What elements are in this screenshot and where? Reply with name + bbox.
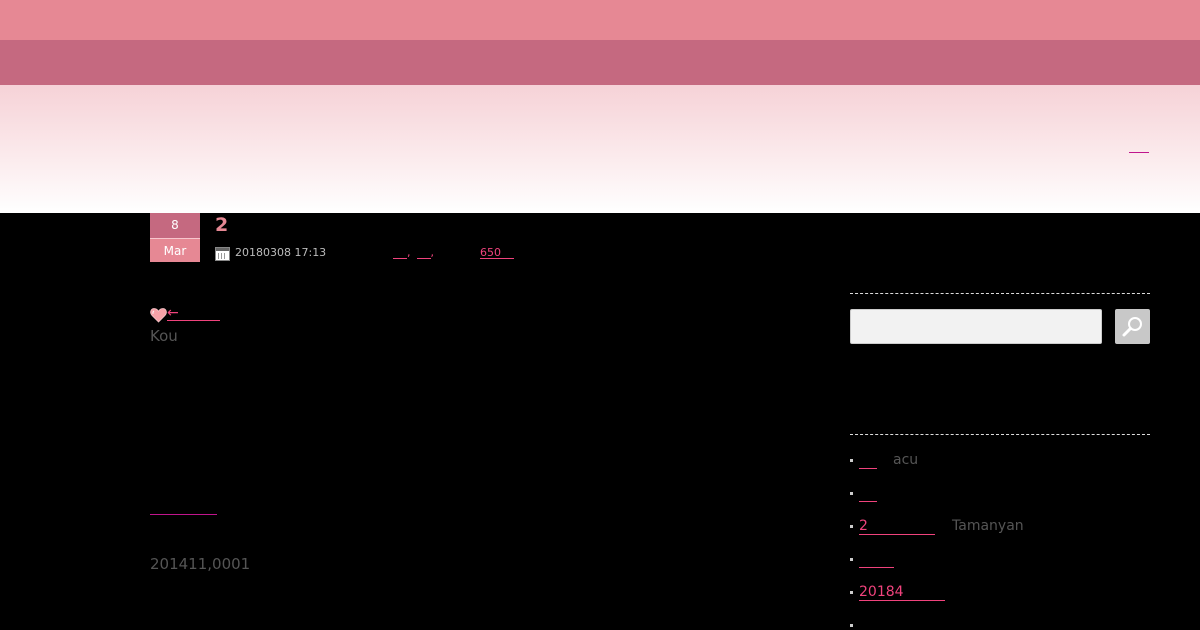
- view-count-link[interactable]: 650: [480, 246, 514, 259]
- sidebar-divider: [850, 293, 1150, 294]
- top-bar: [0, 0, 1200, 40]
- search-icon: [1122, 317, 1142, 337]
- comment-post-link[interactable]: [859, 485, 877, 502]
- meta-separator: ,: [407, 246, 411, 259]
- post-title[interactable]: 2: [215, 213, 228, 237]
- date-day: 8: [150, 213, 200, 238]
- comment-post-link[interactable]: 20184: [859, 584, 945, 601]
- search-button[interactable]: [1115, 309, 1150, 344]
- nav-bar: [0, 40, 1200, 85]
- bullet: [850, 525, 853, 528]
- back-link[interactable]: ←: [167, 306, 220, 321]
- comment-post-link[interactable]: [859, 452, 877, 469]
- site-header: [0, 85, 1200, 213]
- category-link-1[interactable]: [393, 246, 407, 259]
- bullet: [850, 492, 853, 495]
- content-link[interactable]: [150, 504, 217, 515]
- date-month: Mar: [150, 238, 200, 262]
- category-links: ,,: [393, 246, 434, 259]
- bullet: [850, 591, 853, 594]
- post-author: Kou: [150, 327, 178, 345]
- calendar-icon: [215, 247, 230, 261]
- bullet: [850, 459, 853, 462]
- header-link[interactable]: [1129, 141, 1149, 153]
- meta-separator: ,: [430, 246, 435, 259]
- comment-post-link[interactable]: [859, 551, 894, 568]
- comment-author: Tamanyan: [952, 518, 1024, 534]
- bullet: [850, 624, 853, 627]
- category-link-2[interactable]: [416, 246, 431, 259]
- post-code: 201411,0001: [150, 555, 251, 573]
- search-input[interactable]: [850, 309, 1102, 344]
- heart-icon: [150, 308, 167, 323]
- post-datetime: 20180308 17:13: [235, 246, 327, 259]
- comment-author: acu: [893, 452, 919, 468]
- date-badge: 8 Mar: [150, 213, 200, 263]
- bullet: [850, 558, 853, 561]
- sidebar-divider: [850, 434, 1150, 435]
- comment-post-link[interactable]: 2: [859, 518, 935, 535]
